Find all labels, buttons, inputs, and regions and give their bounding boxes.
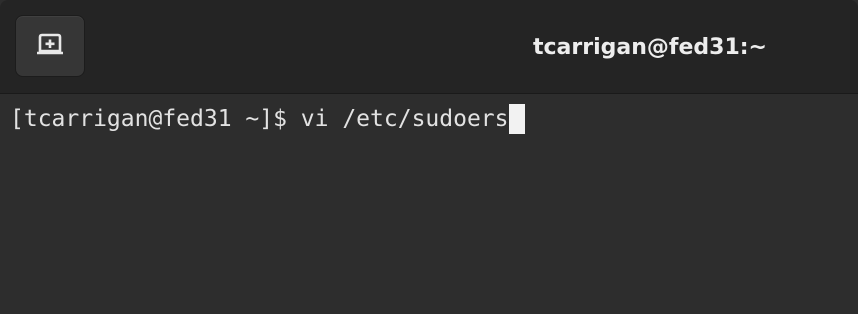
window-title: tcarrigan@fed31:~ <box>533 34 767 60</box>
command-line: [tcarrigan@fed31 ~]$ vi /etc/sudoers <box>10 104 858 134</box>
terminal-area[interactable]: [tcarrigan@fed31 ~]$ vi /etc/sudoers <box>0 94 858 314</box>
command-text: vi /etc/sudoers <box>300 106 509 132</box>
header-bar: tcarrigan@fed31:~ <box>0 0 858 94</box>
shell-prompt: [tcarrigan@fed31 ~]$ <box>10 106 301 132</box>
new-tab-icon <box>36 33 64 59</box>
terminal-window: tcarrigan@fed31:~ [tcarrigan@fed31 ~]$ v… <box>0 0 858 314</box>
text-cursor <box>508 104 525 134</box>
new-tab-button[interactable] <box>15 15 85 77</box>
